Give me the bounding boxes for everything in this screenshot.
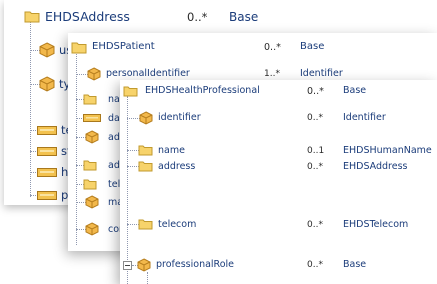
tree-line [30,22,31,197]
folder-icon [83,160,97,171]
row-type: EHDSTelecom [343,219,409,230]
row-cardinality: 1..* [264,69,280,79]
panel-ehds-health-professional: EHDSHealthProfessional 0..* Base identif… [120,80,437,284]
primitive-icon [37,126,57,135]
row-cardinality: 0..1 [307,146,325,156]
tree-line [127,96,128,284]
title-cardinality: 0..* [264,42,281,53]
primitive-icon [37,191,57,200]
row-cardinality: 0..* [307,220,323,230]
element-cube-icon [139,111,153,125]
primitive-icon [83,114,101,122]
folder-icon [138,161,153,172]
row-label[interactable]: name [158,146,185,156]
element-cube-icon [85,130,99,144]
row-cardinality: 0..* [307,260,323,270]
row-label[interactable]: address [158,162,195,172]
element-cube-icon [137,258,151,272]
tree-line [76,51,77,245]
row-type: Identifier [343,112,386,123]
folder-icon [24,11,40,23]
title-name[interactable]: EHDSAddress [45,10,130,24]
row-type: EHDSHumanName [343,145,432,156]
element-cube-icon [85,195,99,209]
title-type: Base [343,85,367,96]
title-cardinality: 0..* [187,10,208,24]
primitive-icon [37,168,57,177]
title-cardinality: 0..* [307,86,324,97]
row-type: EHDSAddress [343,161,408,172]
title-name[interactable]: EHDSHealthProfessional [145,86,260,96]
title-type: Base [229,10,259,24]
folder-icon [138,219,153,230]
element-cube-icon [85,222,99,236]
row-cardinality: 0..* [307,113,323,123]
folder-icon [83,179,97,190]
row-label[interactable]: professionalRole [156,260,234,270]
folder-icon [138,145,153,156]
row-label[interactable]: identifier [158,113,201,123]
row-label[interactable]: telecom [158,220,196,230]
folder-icon [71,42,87,54]
element-cube-icon [39,76,55,92]
primitive-icon [37,147,57,156]
tree-line [147,272,148,284]
title-name[interactable]: EHDSPatient [92,42,155,52]
element-cube-icon [87,67,101,81]
folder-icon [83,94,97,105]
element-cube-icon [39,42,55,58]
title-type: Base [300,41,325,52]
collapse-toggle-icon[interactable] [123,261,132,270]
folder-icon [123,86,138,97]
row-label[interactable]: personalIdentifier [106,69,190,79]
row-cardinality: 0..* [307,162,323,172]
row-type: Identifier [300,68,343,79]
row-type: Base [343,259,367,270]
